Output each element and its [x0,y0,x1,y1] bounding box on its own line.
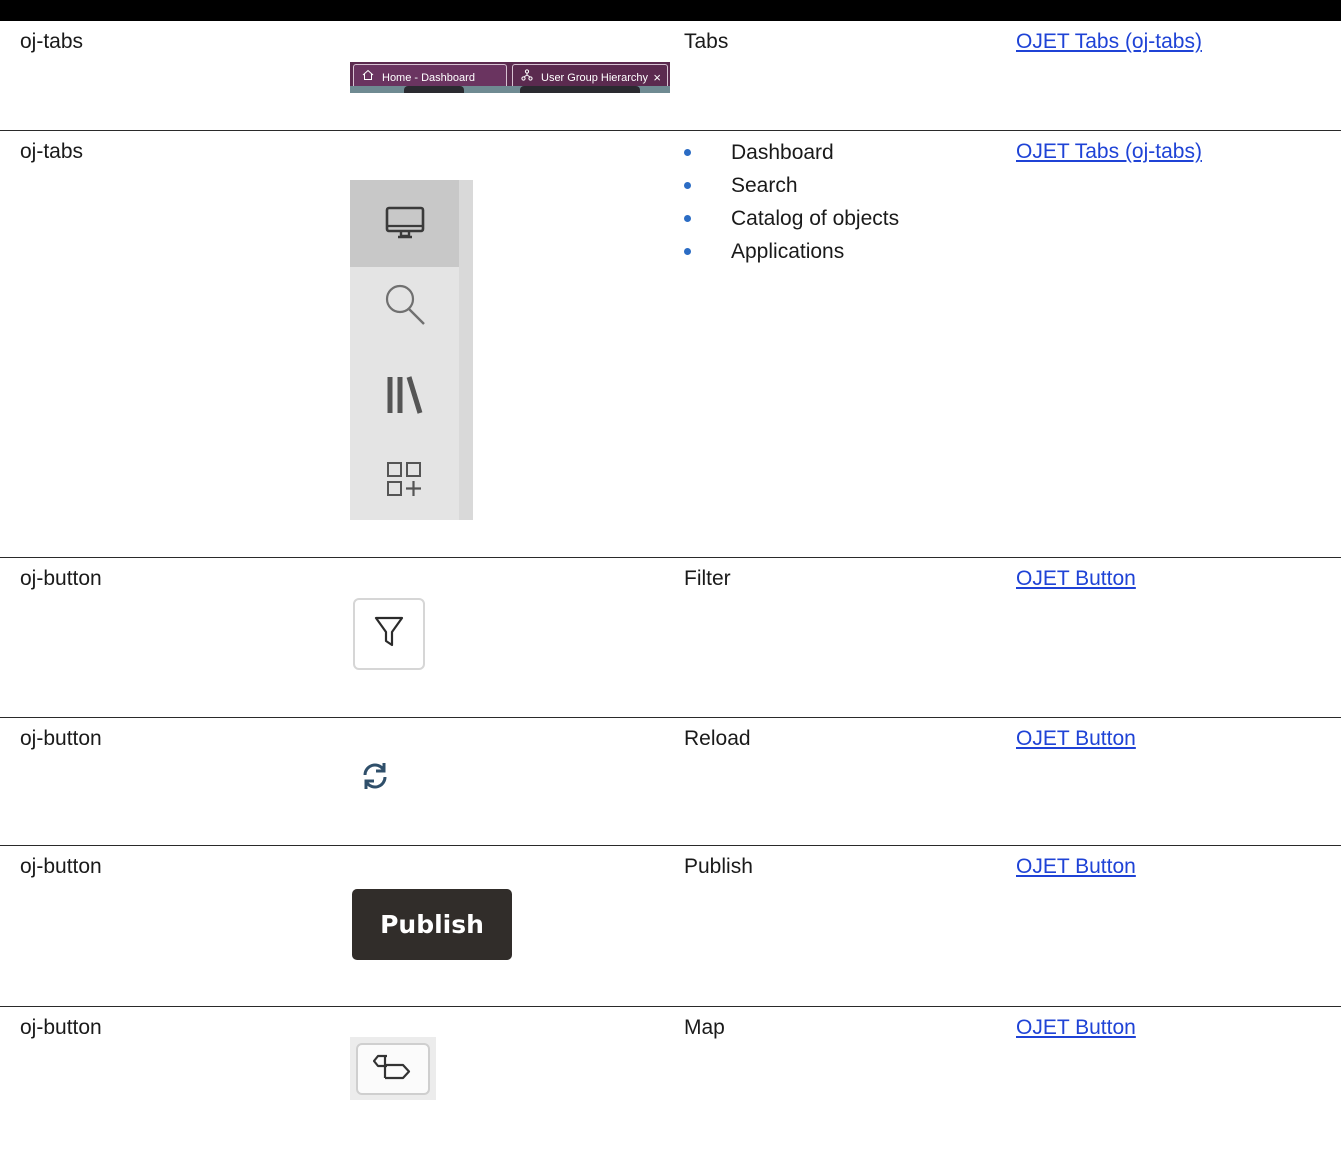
doc-link[interactable]: OJET Tabs (oj-tabs) [1016,140,1202,163]
filter-icon [374,615,404,654]
description: Reload [684,727,751,750]
filter-button[interactable] [353,598,425,670]
top-bar [0,0,1341,21]
doc-link[interactable]: OJET Button [1016,855,1136,878]
component-name: oj-button [20,1016,102,1039]
component-name: oj-button [20,567,102,590]
tab-label: Home - Dashboard [382,72,475,84]
component-name: oj-tabs [20,30,84,53]
refresh-icon [359,763,391,796]
map-button-preview [350,1037,436,1100]
row-divider [0,717,1341,718]
description: Map [684,1016,725,1039]
row-divider [0,557,1341,558]
library-icon[interactable] [350,360,459,430]
vertical-nav-preview [350,180,473,520]
doc-link[interactable]: OJET Button [1016,1016,1136,1039]
map-button[interactable] [356,1043,430,1095]
row-divider [0,845,1341,846]
doc-link[interactable]: OJET Button [1016,727,1136,750]
search-icon[interactable] [350,270,459,340]
description: Tabs [684,30,729,53]
monitor-icon[interactable] [350,180,459,267]
content-preview [350,86,670,93]
reload-button[interactable] [359,760,391,792]
apps-add-icon[interactable] [350,445,459,515]
doc-link[interactable]: OJET Tabs (oj-tabs) [1016,30,1202,53]
publish-button[interactable]: Publish [352,889,512,960]
row-divider [0,130,1341,131]
component-name: oj-button [20,727,102,750]
doc-link[interactable]: OJET Button [1016,567,1136,590]
tabs-preview-image: Home - Dashboard User Group Hierarchy × [350,62,670,93]
component-name: oj-tabs [20,140,84,163]
row-divider [0,1006,1341,1007]
tab-label: User Group Hierarchy [541,72,648,84]
description: Filter [684,567,731,590]
component-name: oj-button [20,855,102,878]
map-icon [372,1052,413,1087]
description: Publish [684,855,753,878]
